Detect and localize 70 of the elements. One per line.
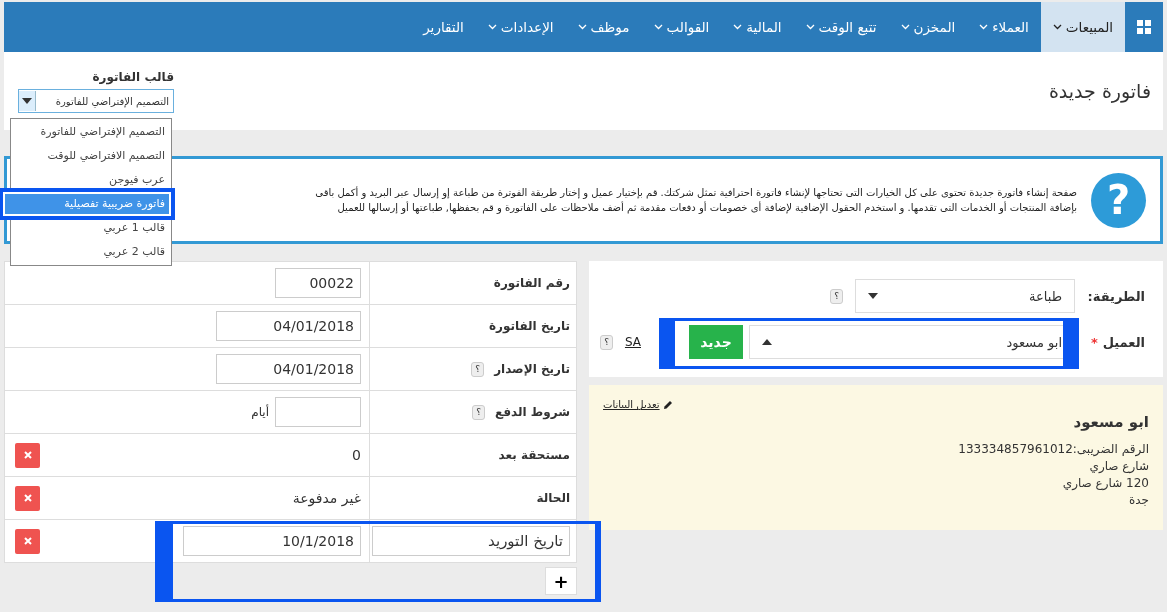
chevron-icon xyxy=(900,24,910,30)
page-title: فاتورة جديدة xyxy=(1048,80,1151,102)
input-field[interactable]: 00022 xyxy=(275,268,361,298)
field-value: 0 xyxy=(351,447,361,463)
help-badge[interactable]: ؟ xyxy=(830,288,843,304)
dropdown-button[interactable] xyxy=(19,91,36,111)
client-link[interactable]: SA xyxy=(624,335,641,349)
help-badge[interactable]: ؟ xyxy=(472,404,485,420)
unit-label: أيام xyxy=(251,405,269,419)
edit-link[interactable]: تعديل البيانات xyxy=(603,399,673,410)
chevron-icon xyxy=(487,24,497,30)
info-text: صفحة إنشاء فاتورة جديدة تحتوى على كل الخيارات التى تحتاجها لإنشاء فاتورة احترافية تمثل شركتك. قم بإختيار عميل و إختار طريقة الفوترة من طباعة إو إرسال عبر البريد و أكمل باقى xyxy=(315,187,1077,198)
label-input-field[interactable]: تاريخ التوريد xyxy=(372,526,570,556)
address-line: جدة xyxy=(1128,492,1149,509)
address-line: 120 شارع صاري xyxy=(1061,475,1149,492)
chevron-icon xyxy=(653,24,663,30)
caret-icon xyxy=(868,293,878,299)
help-icon: ? xyxy=(1091,172,1146,228)
chevron-icon xyxy=(733,24,743,30)
chevron-icon xyxy=(805,24,815,30)
close-icon xyxy=(23,451,32,459)
dropdown-option[interactable]: التصميم الإفتراضي للفاتورة xyxy=(11,120,171,144)
dropdown-option[interactable]: التصميم الافتراضي للوقت xyxy=(11,144,171,168)
info-text: بإضافة المنتجات أو الخدمات التى تقدمها. و استخدم الحقول الإضافية لإضافة أى خصومات أو دفعات مقدمة ثم أضف ملاحظات على الفاتورة و قم بحفظها, طباعتها أو إرسالها للعميل xyxy=(336,202,1077,213)
chevron-icon xyxy=(1052,24,1062,30)
dropdown-option[interactable]: قالب 2 عربي xyxy=(11,240,171,264)
pencil-icon xyxy=(662,399,673,410)
field-label: شروط الدفع xyxy=(495,405,570,419)
field-label: الحالة xyxy=(536,491,570,505)
method-dropdown[interactable]: طباعة xyxy=(855,279,1075,313)
remove-button[interactable] xyxy=(15,485,40,511)
remove-button[interactable] xyxy=(15,442,40,468)
field-label: الطريقة: xyxy=(1086,288,1145,304)
nav-menu-item[interactable]: المبيعات xyxy=(1040,2,1125,52)
caret-icon xyxy=(762,339,772,345)
dropdown-option[interactable]: قالب 1 عربي xyxy=(11,216,171,240)
nav-menu-item[interactable]: الإعدادات xyxy=(475,2,566,52)
field-label: قالب الفاتورة xyxy=(91,70,174,84)
caret-icon xyxy=(22,98,32,104)
nav-menu-item[interactable]: موظف xyxy=(565,2,642,52)
field-label: تاريخ الإصدار xyxy=(494,362,570,376)
help-badge[interactable]: ؟ xyxy=(600,334,613,350)
nav-menu-item[interactable]: المالية xyxy=(721,2,794,52)
field-value: غير مدفوعة xyxy=(291,490,361,506)
close-icon xyxy=(23,537,32,545)
nav-menu-item[interactable]: تتبع الوقت xyxy=(793,2,889,52)
add-field-button[interactable]: + xyxy=(545,567,577,595)
input-field[interactable]: 10/1/2018 xyxy=(183,526,361,556)
field-label: العميل xyxy=(1102,334,1145,350)
address-line: الرقم الضريبى:133334857961012 xyxy=(957,441,1149,458)
remove-button[interactable] xyxy=(15,528,40,554)
nav-menu-item[interactable]: المخزن xyxy=(888,2,968,52)
required-mark: * xyxy=(1090,334,1098,350)
dropdown-option[interactable]: عرب فيوجن xyxy=(11,168,171,192)
close-icon xyxy=(23,494,32,502)
template-dropdown[interactable]: التصميم الإفتراضي للفاتورة xyxy=(18,89,174,113)
chevron-icon xyxy=(979,24,989,30)
field-label: تاريخ الفاتورة xyxy=(488,319,570,333)
input-field[interactable] xyxy=(275,397,361,427)
field-label: مستحقة بعد xyxy=(498,448,570,462)
field-label: رقم الفاتورة xyxy=(493,276,570,290)
address-line: شارع صاري xyxy=(1088,458,1149,475)
nav-menu-item[interactable]: التقارير xyxy=(411,2,476,52)
nav-menu-item[interactable]: القوالب xyxy=(641,2,722,52)
input-field[interactable]: 04/01/2018 xyxy=(216,311,361,341)
nav-menu-item[interactable]: العملاء xyxy=(967,2,1041,52)
client-name: ابو مسعود xyxy=(1073,413,1149,431)
input-field[interactable]: 04/01/2018 xyxy=(216,354,361,384)
help-badge[interactable]: ؟ xyxy=(471,361,485,377)
chevron-icon xyxy=(577,24,587,30)
